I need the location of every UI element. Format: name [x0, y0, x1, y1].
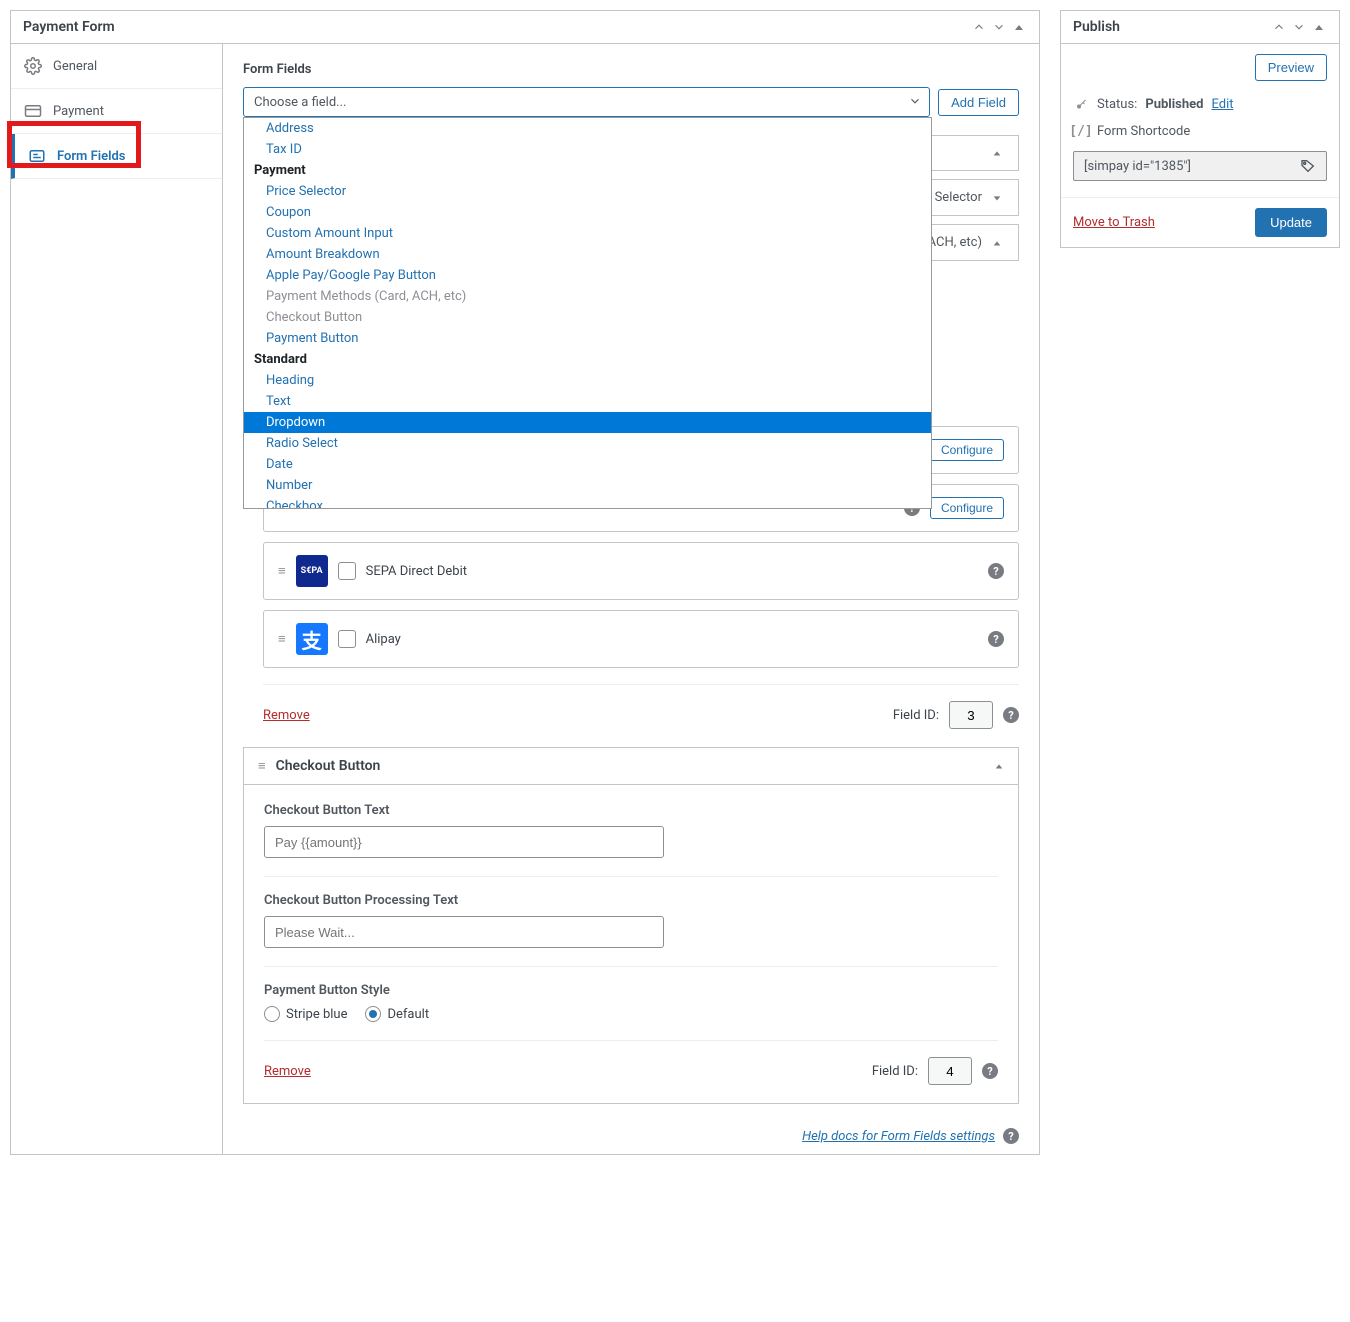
collapse-up-icon[interactable]	[1271, 19, 1287, 35]
toggle-icon[interactable]	[1011, 19, 1027, 35]
drag-icon[interactable]: ≡	[278, 631, 286, 647]
alipay-icon: 支	[296, 623, 328, 655]
dropdown-option[interactable]: Dropdown	[244, 412, 931, 433]
dropdown-option[interactable]: Price Selector	[244, 181, 931, 202]
collapse-down-icon[interactable]	[1291, 19, 1307, 35]
drag-icon[interactable]: ≡	[258, 758, 266, 774]
move-to-trash-link[interactable]: Move to Trash	[1073, 215, 1155, 230]
triangle-down-icon	[992, 193, 1002, 203]
dropdown-option: Checkout Button	[244, 307, 931, 328]
tag-icon[interactable]	[1300, 158, 1316, 174]
help-icon[interactable]: ?	[988, 563, 1004, 579]
dropdown-option[interactable]: Date	[244, 454, 931, 475]
help-icon[interactable]: ?	[1003, 1128, 1019, 1144]
main-panel-header: Payment Form	[11, 11, 1039, 44]
publish-title: Publish	[1073, 19, 1120, 35]
toggle-icon[interactable]	[1311, 19, 1327, 35]
field-id-input	[949, 701, 993, 729]
sepa-icon: S€PA	[296, 555, 328, 587]
shortcode-icon: [/]	[1073, 124, 1089, 139]
preview-button[interactable]: Preview	[1255, 54, 1327, 81]
remove-link[interactable]: Remove	[263, 708, 310, 723]
checkout-button-accordion: ≡ Checkout Button Checkout Button Text C…	[243, 747, 1019, 1104]
dropdown-option[interactable]: Coupon	[244, 202, 931, 223]
processing-text-input[interactable]	[264, 916, 664, 948]
sidebar-item-general[interactable]: General	[11, 44, 222, 89]
remove-link[interactable]: Remove	[264, 1064, 311, 1079]
dropdown-option[interactable]: Radio Select	[244, 433, 931, 454]
collapse-up-icon[interactable]	[971, 19, 987, 35]
help-icon[interactable]: ?	[982, 1063, 998, 1079]
publish-header: Publish	[1061, 11, 1339, 44]
form-icon	[27, 146, 47, 166]
dropdown-option[interactable]: Number	[244, 475, 931, 496]
configure-button[interactable]: Configure	[930, 439, 1004, 461]
dropdown-group: Standard	[244, 349, 931, 370]
choose-field-select[interactable]: Choose a field...	[243, 87, 930, 117]
sidebar-item-label: Form Fields	[57, 149, 125, 164]
sepa-checkbox[interactable]	[338, 562, 356, 580]
update-button[interactable]: Update	[1255, 208, 1327, 237]
dropdown-option[interactable]: Address	[244, 118, 931, 139]
key-icon	[1073, 99, 1089, 111]
sidebar-item-label: Payment	[53, 104, 104, 119]
edit-status-link[interactable]: Edit	[1211, 97, 1233, 112]
field-dropdown[interactable]: AddressTax IDPaymentPrice SelectorCoupon…	[243, 117, 932, 509]
button-style-label: Payment Button Style	[264, 983, 998, 998]
dropdown-option[interactable]: Custom Amount Input	[244, 223, 931, 244]
dropdown-option[interactable]: Payment Button	[244, 328, 931, 349]
main-title: Payment Form	[23, 19, 115, 35]
radio-default[interactable]: Default	[365, 1006, 429, 1022]
chevron-down-icon	[908, 94, 922, 108]
sidebar-item-label: General	[53, 59, 97, 74]
dropdown-option[interactable]: Amount Breakdown	[244, 244, 931, 265]
dropdown-option[interactable]: Tax ID	[244, 139, 931, 160]
help-icon[interactable]: ?	[1003, 707, 1019, 723]
dropdown-option[interactable]: Text	[244, 391, 931, 412]
checkout-accordion-header[interactable]: ≡ Checkout Button	[244, 748, 1018, 785]
form-fields-heading: Form Fields	[243, 62, 1019, 77]
card-icon	[23, 101, 43, 121]
help-icon[interactable]: ?	[988, 631, 1004, 647]
checkout-text-label: Checkout Button Text	[264, 803, 998, 818]
triangle-up-icon	[992, 238, 1002, 248]
dropdown-option[interactable]: Apple Pay/Google Pay Button	[244, 265, 931, 286]
help-docs-link[interactable]: Help docs for Form Fields settings	[802, 1129, 995, 1144]
gear-icon	[23, 56, 43, 76]
triangle-up-icon	[994, 761, 1004, 771]
triangle-up-icon	[992, 148, 1002, 158]
checkout-text-input[interactable]	[264, 826, 664, 858]
field-id-input	[928, 1057, 972, 1085]
collapse-down-icon[interactable]	[991, 19, 1007, 35]
payment-method-alipay: ≡ 支 Alipay ?	[263, 610, 1019, 668]
alipay-checkbox[interactable]	[338, 630, 356, 648]
sidebar-item-form-fields[interactable]: Form Fields	[11, 134, 222, 179]
shortcode-value-box: [simpay id="1385"]	[1073, 151, 1327, 181]
dropdown-option[interactable]: Heading	[244, 370, 931, 391]
radio-stripe-blue[interactable]: Stripe blue	[264, 1006, 347, 1022]
processing-text-label: Checkout Button Processing Text	[264, 893, 998, 908]
dropdown-option: Payment Methods (Card, ACH, etc)	[244, 286, 931, 307]
dropdown-group: Payment	[244, 160, 931, 181]
drag-icon[interactable]: ≡	[278, 563, 286, 579]
sidebar-item-payment[interactable]: Payment	[11, 89, 222, 134]
dropdown-option[interactable]: Checkbox	[244, 496, 931, 509]
configure-button[interactable]: Configure	[930, 497, 1004, 519]
add-field-button[interactable]: Add Field	[938, 89, 1019, 116]
payment-method-sepa: ≡ S€PA SEPA Direct Debit ?	[263, 542, 1019, 600]
